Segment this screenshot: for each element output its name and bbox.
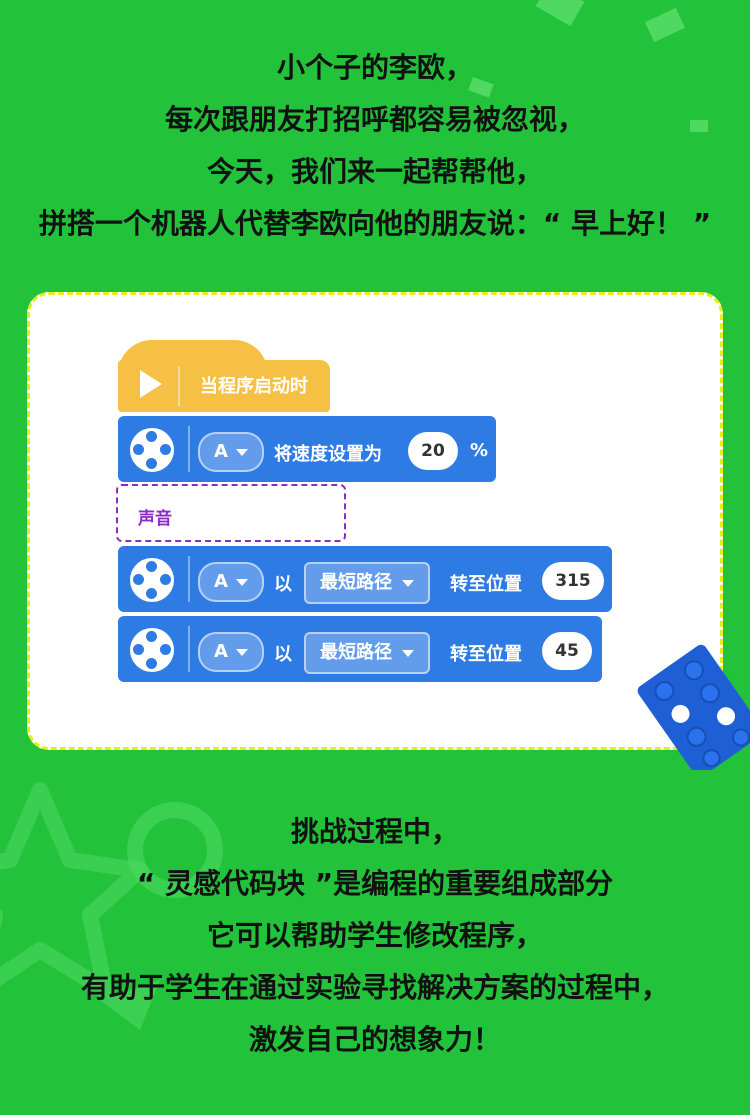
set-speed-block[interactable]: A 将速度设置为 20 % [118, 416, 496, 482]
turn-to-position-block[interactable]: A 以 最短路径 转至位置 315 [118, 546, 612, 612]
intro-text: 小个子的李欧， 每次跟朋友打招呼都容易被忽视， 今天，我们来一起帮帮他， 拼搭一… [0, 42, 750, 250]
outro-line: 挑战过程中， [290, 815, 459, 848]
turn-label: 转至位置 [450, 574, 522, 595]
intro-line: 拼搭一个机器人代替李欧向他的朋友说：“ 早上好！ ” [38, 207, 712, 240]
chevron-down-icon [235, 648, 248, 656]
chevron-down-icon [402, 649, 414, 657]
lego-brick-icon [637, 644, 750, 770]
chevron-down-icon [402, 579, 414, 587]
chevron-down-icon [235, 578, 248, 586]
sound-block[interactable]: 声音 [116, 484, 346, 542]
port-dropdown[interactable]: A [198, 562, 264, 602]
prefix-label: 以 [274, 644, 292, 665]
sound-label: 声音 [138, 509, 172, 529]
outro-text: 挑战过程中， “ 灵感代码块 ”是编程的重要组成部分 它可以帮助学生修改程序， … [0, 806, 750, 1066]
speed-label: 将速度设置为 [274, 444, 382, 465]
confetti-shape [644, 7, 686, 43]
intro-line: 每次跟朋友打招呼都容易被忽视， [164, 103, 585, 136]
prefix-label: 以 [274, 574, 292, 595]
chevron-down-icon [235, 448, 248, 456]
turn-label: 转至位置 [450, 644, 522, 665]
motor-icon [130, 428, 174, 472]
hat-label: 当程序启动时 [200, 376, 308, 397]
outro-line: 有助于学生在通过实验寻找解决方案的过程中， [80, 971, 669, 1004]
motor-icon [130, 558, 174, 602]
outro-line: 它可以帮助学生修改程序， [206, 919, 543, 952]
turn-to-position-block[interactable]: A 以 最短路径 转至位置 45 [118, 616, 602, 682]
motor-icon [130, 628, 174, 672]
direction-dropdown[interactable]: 最短路径 [304, 632, 430, 674]
unit-label: % [470, 440, 489, 461]
confetti-shape [535, 0, 585, 27]
port-dropdown[interactable]: A [198, 632, 264, 672]
speed-value-input[interactable]: 20 [408, 432, 458, 470]
intro-line: 小个子的李欧， [276, 51, 473, 84]
play-icon [140, 370, 162, 398]
position-value-input[interactable]: 45 [542, 632, 592, 670]
outro-line: “ 灵感代码块 ”是编程的重要组成部分 [136, 867, 614, 900]
direction-dropdown[interactable]: 最短路径 [304, 562, 430, 604]
position-value-input[interactable]: 315 [542, 562, 604, 600]
outro-line: 激发自己的想象力！ [248, 1023, 501, 1056]
intro-line: 今天，我们来一起帮帮他， [206, 155, 543, 188]
when-program-starts-block[interactable]: 当程序启动时 [118, 360, 330, 412]
port-dropdown[interactable]: A [198, 432, 264, 472]
